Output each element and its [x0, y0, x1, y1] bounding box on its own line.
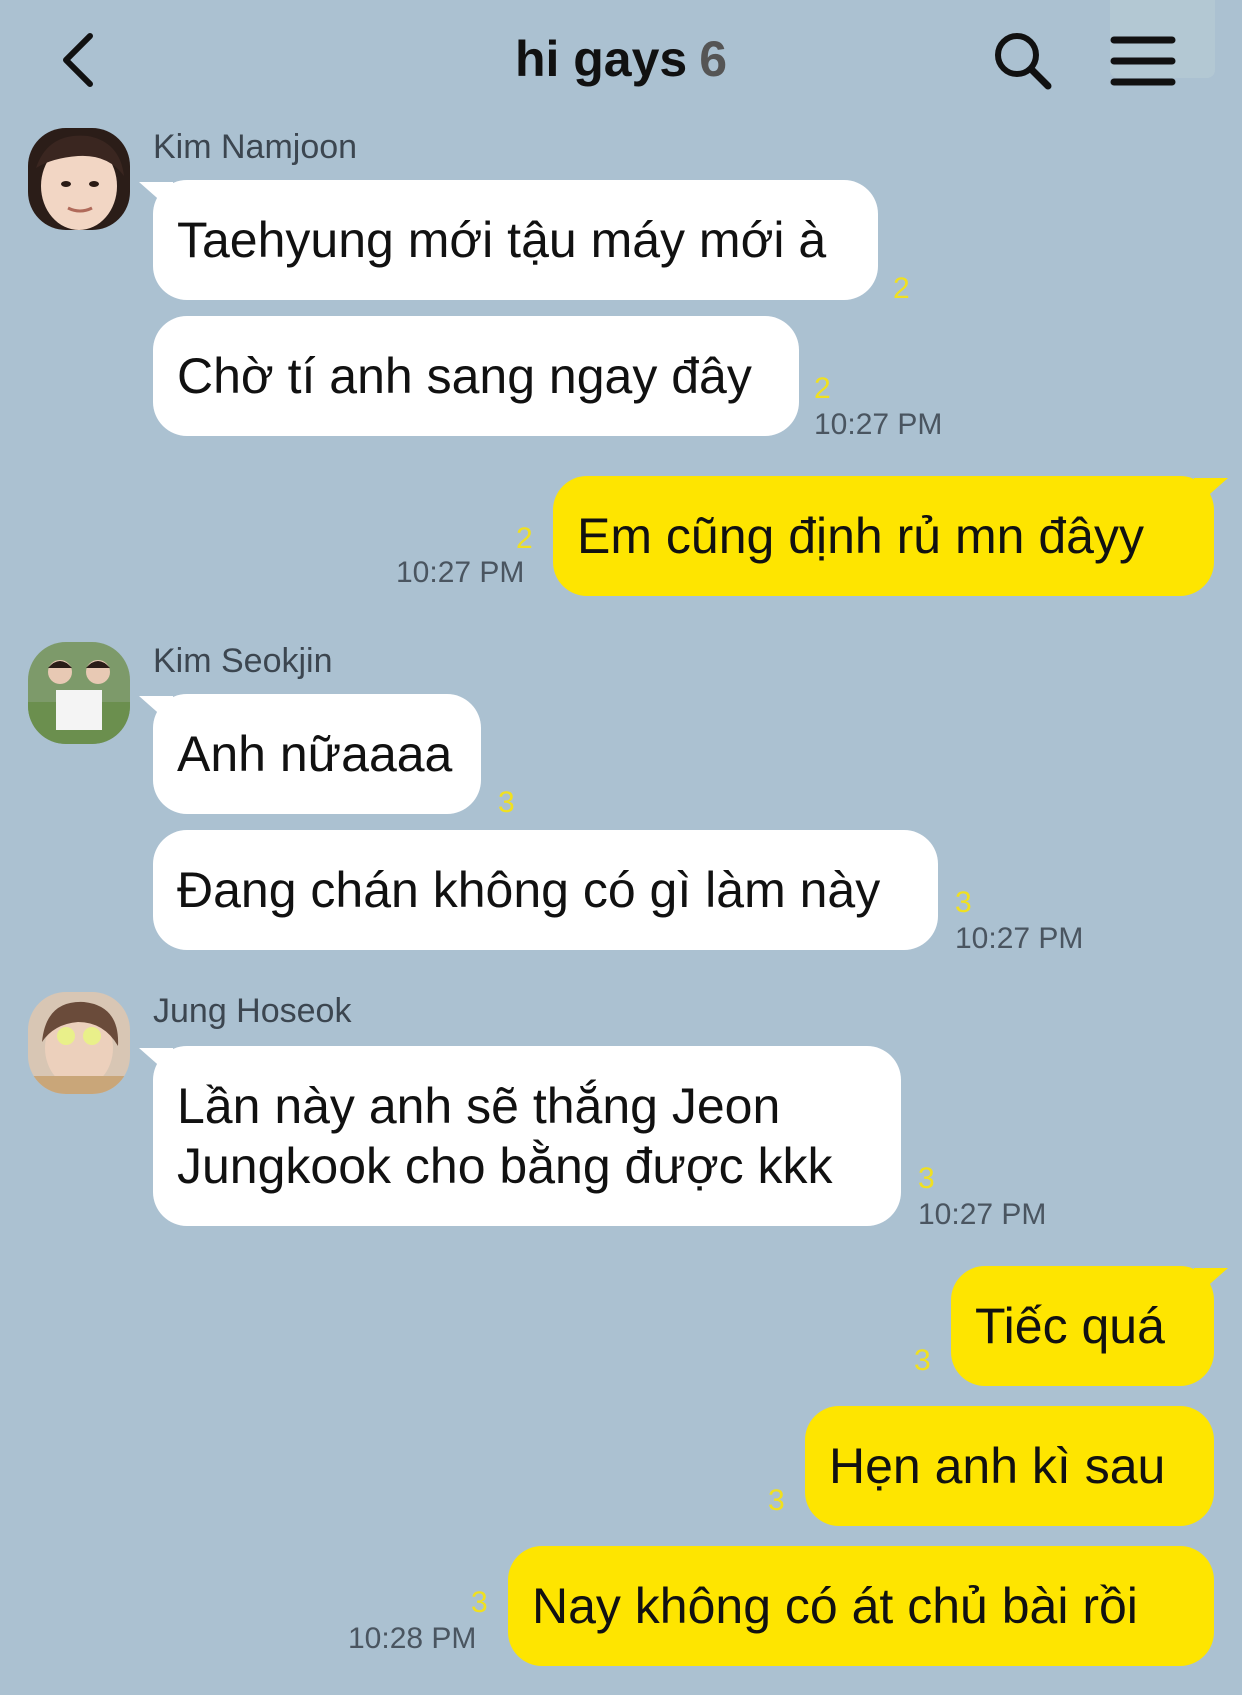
message-bubble[interactable]: Lần này anh sẽ thắng Jeon Jungkook cho b… [153, 1046, 901, 1226]
unread-count: 3 [498, 786, 515, 819]
unread-count: 3 [918, 1162, 935, 1195]
message-text: Chờ tí anh sang ngay đây [177, 348, 752, 404]
message-bubble[interactable]: Chờ tí anh sang ngay đây [153, 316, 799, 436]
unread-count: 2 [893, 272, 910, 305]
message-timestamp: 10:27 PM [918, 1198, 1047, 1231]
chat-header: hi gays 6 [0, 0, 1242, 120]
unread-count: 3 [955, 886, 972, 919]
chat-name: hi gays [514, 31, 688, 87]
message-text: Hẹn anh kì sau [829, 1438, 1166, 1494]
message-text: Taehyung mới tậu máy mới à [177, 212, 827, 268]
message-timestamp: 10:27 PM [955, 922, 1084, 955]
message-bubble[interactable]: Đang chán không có gì làm này [153, 830, 938, 950]
avatar[interactable] [28, 128, 130, 230]
message-bubble[interactable]: Em cũng định rủ mn đâyy [553, 476, 1214, 596]
unread-count: 2 [814, 372, 831, 405]
message-bubble[interactable]: Taehyung mới tậu máy mới à [153, 180, 878, 300]
message-bubble[interactable]: Hẹn anh kì sau [805, 1406, 1214, 1526]
message-timestamp: 10:27 PM [814, 408, 943, 441]
hamburger-menu-icon[interactable] [1110, 34, 1176, 88]
message-bubble[interactable]: Nay không có át chủ bài rồi [508, 1546, 1214, 1666]
message-timestamp: 10:27 PM [396, 556, 525, 589]
unread-count: 3 [914, 1344, 931, 1377]
message-text: Tiếc quá [975, 1298, 1165, 1354]
member-count: 6 [699, 31, 728, 87]
message-text: Đang chán không có gì làm này [177, 862, 881, 918]
message-text: Anh nữaaaa [177, 726, 453, 782]
message-text: Lần này anh sẽ thắng Jeon Jungkook cho b… [177, 1078, 833, 1194]
sender-name: Jung Hoseok [153, 992, 352, 1030]
sender-name: Kim Namjoon [153, 128, 358, 166]
chat-title: hi gays 6 [0, 30, 1242, 88]
avatar[interactable] [28, 992, 130, 1094]
avatar[interactable] [28, 642, 130, 744]
unread-count: 2 [516, 522, 533, 555]
message-bubble[interactable]: Anh nữaaaa [153, 694, 481, 814]
search-icon[interactable] [992, 30, 1054, 92]
message-text: Em cũng định rủ mn đâyy [577, 508, 1144, 564]
unread-count: 3 [768, 1484, 785, 1517]
message-text: Nay không có át chủ bài rồi [532, 1578, 1138, 1634]
message-timestamp: 10:28 PM [348, 1622, 477, 1655]
unread-count: 3 [471, 1586, 488, 1619]
sender-name: Kim Seokjin [153, 642, 333, 680]
message-bubble[interactable]: Tiếc quá [951, 1266, 1214, 1386]
